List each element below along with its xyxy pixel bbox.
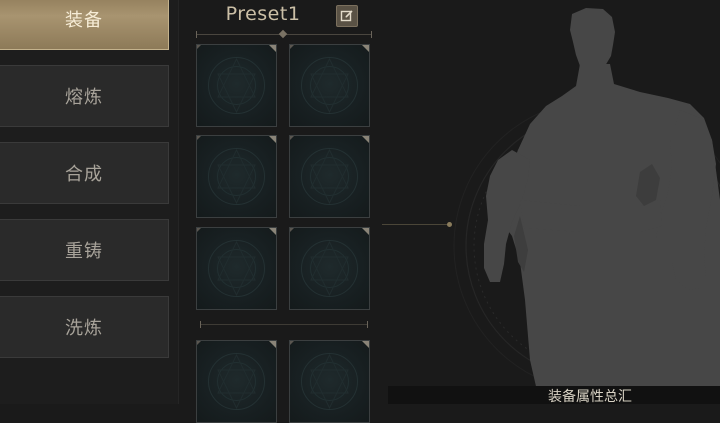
nav-item-label: 装备	[65, 10, 103, 31]
equipment-slot[interactable]	[196, 135, 277, 218]
slot-corner	[269, 136, 276, 143]
edit-icon	[340, 10, 353, 22]
equipment-slot[interactable]	[289, 227, 370, 310]
equipment-slot[interactable]	[289, 135, 370, 218]
slot-emblem-icon	[301, 353, 358, 410]
slot-corner	[290, 45, 294, 49]
side-nav: 装备 熔炼 合成 重铸 洗炼	[0, 0, 179, 404]
nav-item-synthesize[interactable]: 合成	[0, 142, 169, 204]
slot-corner	[362, 341, 369, 348]
equipment-slot[interactable]	[289, 340, 370, 423]
slot-emblem-icon	[208, 240, 265, 297]
slot-group-divider	[200, 321, 368, 328]
slot-corner	[269, 228, 276, 235]
equipment-summary-label[interactable]: 装备属性总汇	[548, 386, 648, 405]
slot-emblem-icon	[208, 353, 265, 410]
equipment-slot[interactable]	[196, 227, 277, 310]
nav-item-label: 重铸	[65, 241, 103, 262]
character-silhouette-icon	[484, 8, 720, 404]
slot-corner	[290, 228, 294, 232]
equipment-slot[interactable]	[289, 44, 370, 127]
nav-item-label: 合成	[65, 164, 103, 185]
slot-corner	[269, 45, 276, 52]
nav-item-recast[interactable]: 重铸	[0, 219, 169, 281]
slot-emblem-icon	[301, 240, 358, 297]
divider-ornament	[278, 29, 288, 39]
nav-item-smelt[interactable]: 熔炼	[0, 65, 169, 127]
slot-corner	[290, 341, 294, 345]
equipment-slot[interactable]	[196, 340, 277, 423]
slot-corner	[197, 228, 201, 232]
slot-corner	[290, 136, 294, 140]
slot-corner	[197, 341, 201, 345]
nav-item-equipment[interactable]: 装备	[0, 0, 169, 50]
character-preview	[453, 8, 720, 404]
preset-title: Preset1	[225, 3, 301, 25]
slot-corner	[362, 45, 369, 52]
slot-emblem-icon	[208, 57, 265, 114]
slot-corner	[362, 228, 369, 235]
nav-item-label: 洗炼	[65, 318, 103, 339]
nav-item-refine[interactable]: 洗炼	[0, 296, 169, 358]
slot-corner	[197, 136, 201, 140]
edit-preset-button[interactable]	[336, 5, 358, 27]
slot-emblem-icon	[208, 148, 265, 205]
slot-corner	[197, 45, 201, 49]
nav-item-label: 熔炼	[65, 87, 103, 108]
slot-emblem-icon	[301, 148, 358, 205]
slot-emblem-icon	[301, 57, 358, 114]
slot-corner	[362, 136, 369, 143]
equipment-slot[interactable]	[196, 44, 277, 127]
slot-corner	[269, 341, 276, 348]
